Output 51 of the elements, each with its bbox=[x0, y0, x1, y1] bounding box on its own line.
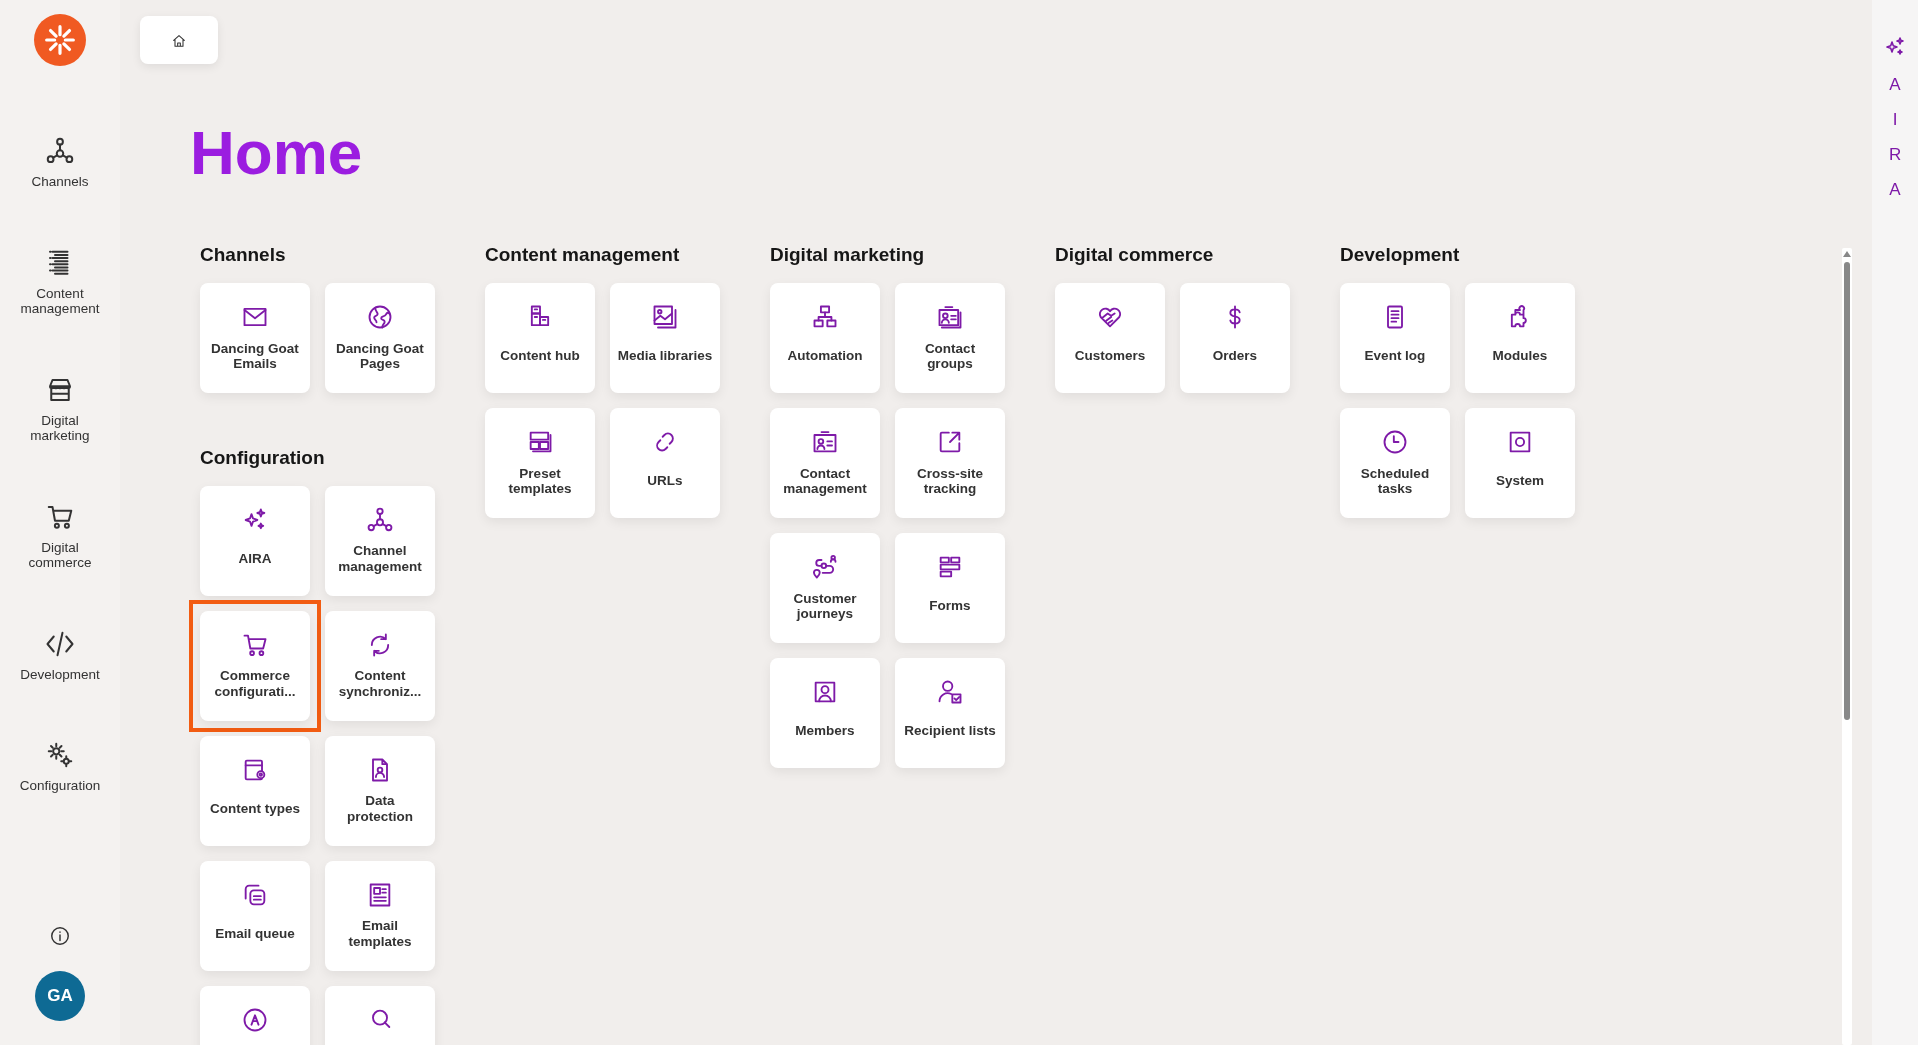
scrollbar[interactable] bbox=[1842, 248, 1852, 1045]
app-tile[interactable]: Modules bbox=[1465, 283, 1575, 394]
app-tile[interactable]: Channel management bbox=[325, 486, 435, 596]
app-tile[interactable]: Customers bbox=[1055, 283, 1165, 394]
app-tile[interactable]: Forms bbox=[895, 533, 1005, 644]
app-tile[interactable]: Event log bbox=[1340, 283, 1450, 394]
app-tile[interactable]: Contact management bbox=[770, 408, 880, 519]
scroll-up-arrow-icon[interactable] bbox=[1843, 250, 1851, 258]
app-tile[interactable]: Content synchroniz... bbox=[325, 611, 435, 721]
app-tile[interactable]: Cross-site tracking bbox=[895, 408, 1005, 519]
app-tile[interactable]: Members bbox=[770, 658, 880, 769]
app-tile[interactable]: Recipient lists bbox=[895, 658, 1005, 769]
section-title: Digital marketing bbox=[770, 244, 926, 268]
home-icon bbox=[171, 32, 187, 49]
app-tile[interactable]: Dancing Goat Pages bbox=[325, 283, 435, 394]
section-title: Configuration bbox=[200, 447, 326, 470]
app-tile[interactable]: Scheduled tasks bbox=[1340, 408, 1450, 519]
network-icon bbox=[45, 136, 75, 166]
app-tile[interactable]: Preset templates bbox=[485, 408, 595, 519]
app-tile[interactable]: AIRA bbox=[200, 486, 310, 596]
sidebar-item[interactable]: Configuration bbox=[12, 740, 108, 794]
sidebar-item[interactable]: Content management bbox=[12, 247, 108, 317]
app-tile[interactable]: Contact groups bbox=[895, 283, 1005, 394]
app-tile[interactable]: Customer journeys bbox=[770, 533, 880, 644]
app-tile[interactable]: Media libraries bbox=[610, 283, 720, 394]
app-tile[interactable]: Email queue bbox=[200, 861, 310, 971]
aira-panel-label[interactable]: AIRA bbox=[1889, 67, 1901, 207]
app-tile[interactable]: Email templates bbox=[325, 861, 435, 971]
sidebar-item[interactable]: Digital marketing bbox=[12, 374, 108, 444]
app-tile[interactable]: System bbox=[1465, 408, 1575, 519]
app-tile[interactable]: Content hub bbox=[485, 283, 595, 394]
user-avatar[interactable]: GA bbox=[35, 971, 85, 1021]
circle-icon bbox=[241, 1006, 269, 1034]
app-tile[interactable]: Orders bbox=[1180, 283, 1290, 394]
network-icon bbox=[366, 506, 394, 534]
section-title: Content management bbox=[485, 244, 681, 268]
page-title: Home bbox=[190, 117, 364, 189]
app-tile[interactable]: Content types bbox=[200, 736, 310, 846]
sidebar-item[interactable]: Development bbox=[12, 628, 108, 683]
app-tile[interactable]: Commerce configurati... bbox=[200, 611, 310, 721]
info-icon bbox=[49, 925, 71, 947]
section-title: Development bbox=[1340, 244, 1461, 268]
sidebar-item[interactable]: Digital commerce bbox=[12, 501, 108, 571]
app-tile[interactable]: Dancing Goat Emails bbox=[200, 283, 310, 394]
section-title: Channels bbox=[200, 244, 287, 268]
logo-icon[interactable] bbox=[34, 14, 86, 66]
app-tile[interactable]: Data protection bbox=[325, 736, 435, 846]
app-tile[interactable]: URLs bbox=[610, 408, 720, 519]
section-title: Digital commerce bbox=[1055, 244, 1215, 268]
app-tile[interactable]: Automation bbox=[770, 283, 880, 394]
sidebar-item[interactable]: Channels bbox=[12, 136, 108, 190]
